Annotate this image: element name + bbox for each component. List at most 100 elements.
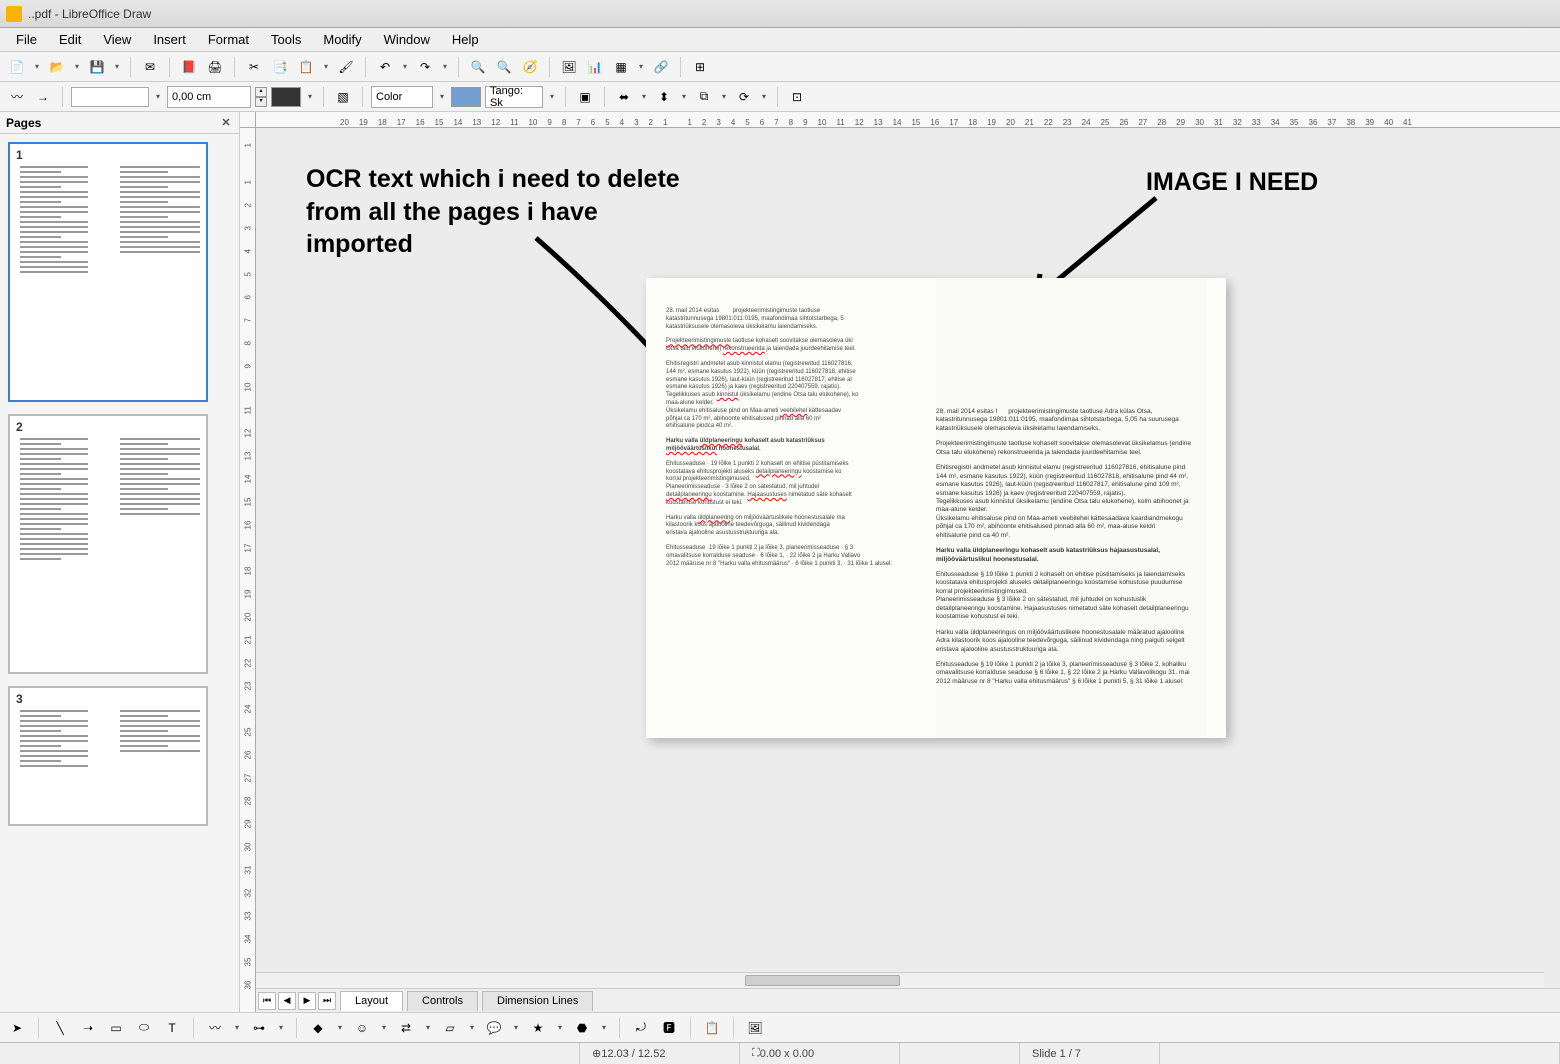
align-icon[interactable]: ⬌ <box>613 86 635 108</box>
hyperlink-icon[interactable]: 🔗 <box>650 56 672 78</box>
doc-ocr-column[interactable]: 28. mail 2014 esitas projekteerimistingi… <box>666 308 916 575</box>
paste-icon[interactable]: 📋 <box>295 56 317 78</box>
menu-insert[interactable]: Insert <box>143 29 196 50</box>
save-drop[interactable]: ▾ <box>112 62 122 71</box>
order-icon[interactable]: ⬍ <box>653 86 675 108</box>
formatbrush-icon[interactable]: 🖌 <box>335 56 357 78</box>
area-shadow-icon[interactable]: ▧ <box>332 86 354 108</box>
fill-name-select[interactable]: Tango: Sk <box>485 86 543 108</box>
paste-drop[interactable]: ▾ <box>321 62 331 71</box>
tab-first-icon[interactable]: ⏮ <box>258 992 276 1010</box>
tab-prev-icon[interactable]: ◀ <box>278 992 296 1010</box>
group-drop[interactable]: ▾ <box>719 92 729 101</box>
flowchart-icon[interactable]: ▱ <box>439 1017 461 1039</box>
scrollbar-thumb[interactable] <box>745 975 900 986</box>
rotate-icon[interactable]: ⟳ <box>733 86 755 108</box>
line-color-swatch[interactable] <box>271 87 301 107</box>
order-drop[interactable]: ▾ <box>679 92 689 101</box>
table-icon[interactable]: ▦ <box>610 56 632 78</box>
scrollbar-horizontal[interactable] <box>256 972 1544 988</box>
undo-drop[interactable]: ▾ <box>400 62 410 71</box>
status-zoom[interactable] <box>1160 1043 1560 1064</box>
toggle-extrusion-icon[interactable]: ⤾ <box>630 1017 652 1039</box>
print-icon[interactable]: 🖨 <box>204 56 226 78</box>
fontwork-icon[interactable]: 🅵 <box>658 1017 680 1039</box>
rotate-drop[interactable]: ▾ <box>759 92 769 101</box>
line-color-drop[interactable]: ▾ <box>305 92 315 101</box>
extra1-icon[interactable]: ⊡ <box>786 86 808 108</box>
tab-controls[interactable]: Controls <box>407 991 478 1011</box>
page-thumb-1[interactable]: 1 <box>8 142 208 402</box>
tab-layout[interactable]: Layout <box>340 991 403 1011</box>
line-icon[interactable]: ╲ <box>49 1017 71 1039</box>
fill-type-drop[interactable]: ▾ <box>437 92 447 101</box>
text-icon[interactable]: T <box>161 1017 183 1039</box>
open-icon[interactable]: 📂 <box>46 56 68 78</box>
fill-color-swatch[interactable] <box>451 87 481 107</box>
menu-format[interactable]: Format <box>198 29 259 50</box>
doc-image-column[interactable]: 28. mail 2014 esitas I projekteerimistin… <box>936 278 1206 738</box>
mail-icon[interactable]: ✉ <box>139 56 161 78</box>
checker-icon[interactable]: ▣ <box>574 86 596 108</box>
canvas[interactable]: OCR text which i need to delete from all… <box>256 128 1560 988</box>
zoom-icon[interactable]: 🔍 <box>493 56 515 78</box>
ellipse-icon[interactable]: ⬭ <box>133 1017 155 1039</box>
chart-icon[interactable]: 📊 <box>584 56 606 78</box>
symbol-shape-icon[interactable]: ☺ <box>351 1017 373 1039</box>
undo-icon[interactable]: ↶ <box>374 56 396 78</box>
fill-name-drop[interactable]: ▾ <box>547 92 557 101</box>
annotation-image-need[interactable]: IMAGE I NEED <box>1146 166 1318 199</box>
star-icon[interactable]: ★ <box>527 1017 549 1039</box>
open-drop[interactable]: ▾ <box>72 62 82 71</box>
arrow-end-icon[interactable]: → <box>32 86 54 108</box>
page-thumb-2[interactable]: 2 <box>8 414 208 674</box>
menu-view[interactable]: View <box>93 29 141 50</box>
menu-window[interactable]: Window <box>374 29 440 50</box>
menu-edit[interactable]: Edit <box>49 29 91 50</box>
group-icon[interactable]: ⧉ <box>693 86 715 108</box>
line-width-input[interactable] <box>167 86 251 108</box>
redo-drop[interactable]: ▾ <box>440 62 450 71</box>
clipboard-icon[interactable]: 📋 <box>701 1017 723 1039</box>
redo-icon[interactable]: ↷ <box>414 56 436 78</box>
gallery-icon[interactable]: 🖼 <box>744 1017 766 1039</box>
annotation-ocr-text[interactable]: OCR text which i need to delete from all… <box>306 163 686 261</box>
connector-icon[interactable]: ⊶ <box>248 1017 270 1039</box>
pdf-icon[interactable]: 📕 <box>178 56 200 78</box>
line-arrow-icon[interactable]: ➝ <box>77 1017 99 1039</box>
3d-icon[interactable]: ⬣ <box>571 1017 593 1039</box>
pointer-icon[interactable]: ➤ <box>6 1017 28 1039</box>
fill-type-select[interactable]: Color <box>371 86 433 108</box>
line-style-drop[interactable]: ▾ <box>153 92 163 101</box>
grid-icon[interactable]: ⊞ <box>689 56 711 78</box>
cut-icon[interactable]: ✂ <box>243 56 265 78</box>
new-icon[interactable]: 📄 <box>6 56 28 78</box>
align-drop[interactable]: ▾ <box>639 92 649 101</box>
ruler-horizontal[interactable]: 2019181716151413121110987654321123456789… <box>256 112 1560 128</box>
image-icon[interactable]: 🖼 <box>558 56 580 78</box>
menu-modify[interactable]: Modify <box>313 29 371 50</box>
menu-help[interactable]: Help <box>442 29 489 50</box>
line-width-spinner[interactable]: ▴▾ <box>255 87 267 107</box>
tab-last-icon[interactable]: ⏭ <box>318 992 336 1010</box>
copy-icon[interactable]: 📑 <box>269 56 291 78</box>
rect-icon[interactable]: ▭ <box>105 1017 127 1039</box>
document-page[interactable]: 30. detsemi 28. mail 2014 esitas projekt… <box>646 278 1226 738</box>
find-icon[interactable]: 🔍 <box>467 56 489 78</box>
tab-next-icon[interactable]: ▶ <box>298 992 316 1010</box>
line-style-icon[interactable]: 〰 <box>6 86 28 108</box>
new-drop[interactable]: ▾ <box>32 62 42 71</box>
menu-file[interactable]: File <box>6 29 47 50</box>
pages-list[interactable]: 1 2 3 <box>0 134 239 1012</box>
tab-dimension-lines[interactable]: Dimension Lines <box>482 991 593 1011</box>
basic-shape-icon[interactable]: ◆ <box>307 1017 329 1039</box>
callout-icon[interactable]: 💬 <box>483 1017 505 1039</box>
navigator-icon[interactable]: 🧭 <box>519 56 541 78</box>
close-icon[interactable]: ✕ <box>219 116 233 130</box>
line-style-preview[interactable] <box>71 87 149 107</box>
curve-icon[interactable]: 〰 <box>204 1017 226 1039</box>
menu-tools[interactable]: Tools <box>261 29 311 50</box>
save-icon[interactable]: 💾 <box>86 56 108 78</box>
page-thumb-3[interactable]: 3 <box>8 686 208 826</box>
table-drop[interactable]: ▾ <box>636 62 646 71</box>
